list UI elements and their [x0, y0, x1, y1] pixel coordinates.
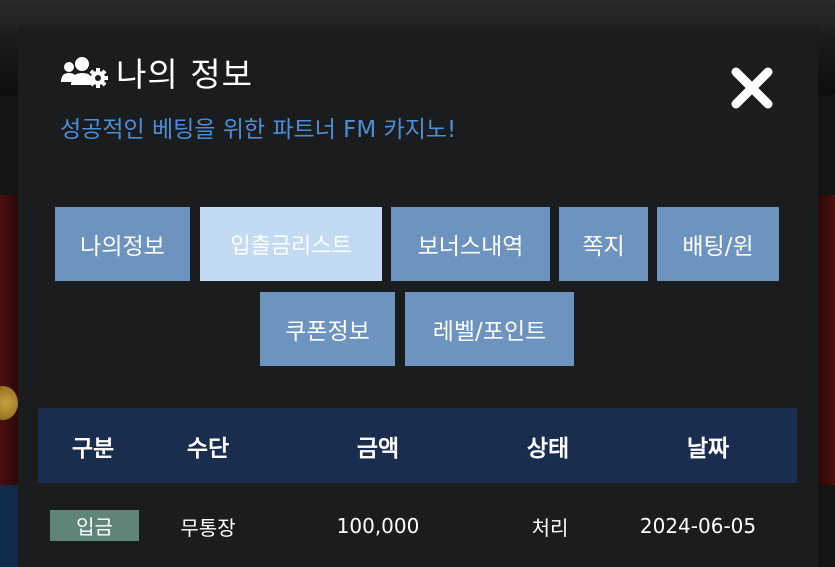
column-header-type: 구분 — [71, 435, 115, 462]
tab-my-info[interactable]: 나의정보 — [55, 207, 190, 281]
modal-title: 나의 정보 — [116, 55, 253, 94]
column-header-amount: 금액 — [356, 435, 400, 462]
background-bottom-left — [0, 485, 20, 567]
tab-messages[interactable]: 쪽지 — [559, 207, 648, 281]
tab-level-points[interactable]: 레벨/포인트 — [405, 292, 574, 366]
deposit-type-badge: 입금 — [50, 510, 139, 541]
tab-coupon-info[interactable]: 쿠폰정보 — [260, 292, 395, 366]
background-right-decor — [815, 195, 835, 485]
tab-bonus-history[interactable]: 보너스내역 — [391, 207, 550, 281]
users-gear-icon — [61, 57, 108, 88]
my-info-modal: 나의 정보 성공적인 베팅을 위한 파트너 FM 카지노! 나의정보 입출금리스… — [18, 26, 818, 567]
modal-header: 나의 정보 — [60, 50, 253, 94]
table-cell-date: 2024-06-05 — [639, 514, 757, 538]
table-cell-amount: 100,000 — [336, 514, 420, 538]
modal-subtitle: 성공적인 베팅을 위한 파트너 FM 카지노! — [60, 117, 457, 143]
table-cell-status: 처리 — [531, 515, 569, 540]
tab-betting-win[interactable]: 배팅/윈 — [657, 207, 779, 281]
column-header-date: 날짜 — [686, 435, 730, 462]
column-header-method: 수단 — [186, 435, 230, 462]
column-header-status: 상태 — [526, 435, 570, 462]
tab-deposit-withdrawal-list[interactable]: 입출금리스트 — [200, 207, 382, 281]
close-icon[interactable] — [728, 64, 776, 112]
table-header: 구분 수단 금액 상태 날짜 — [38, 408, 797, 483]
background-left-decor — [0, 195, 20, 485]
table-cell-method: 무통장 — [180, 515, 236, 540]
